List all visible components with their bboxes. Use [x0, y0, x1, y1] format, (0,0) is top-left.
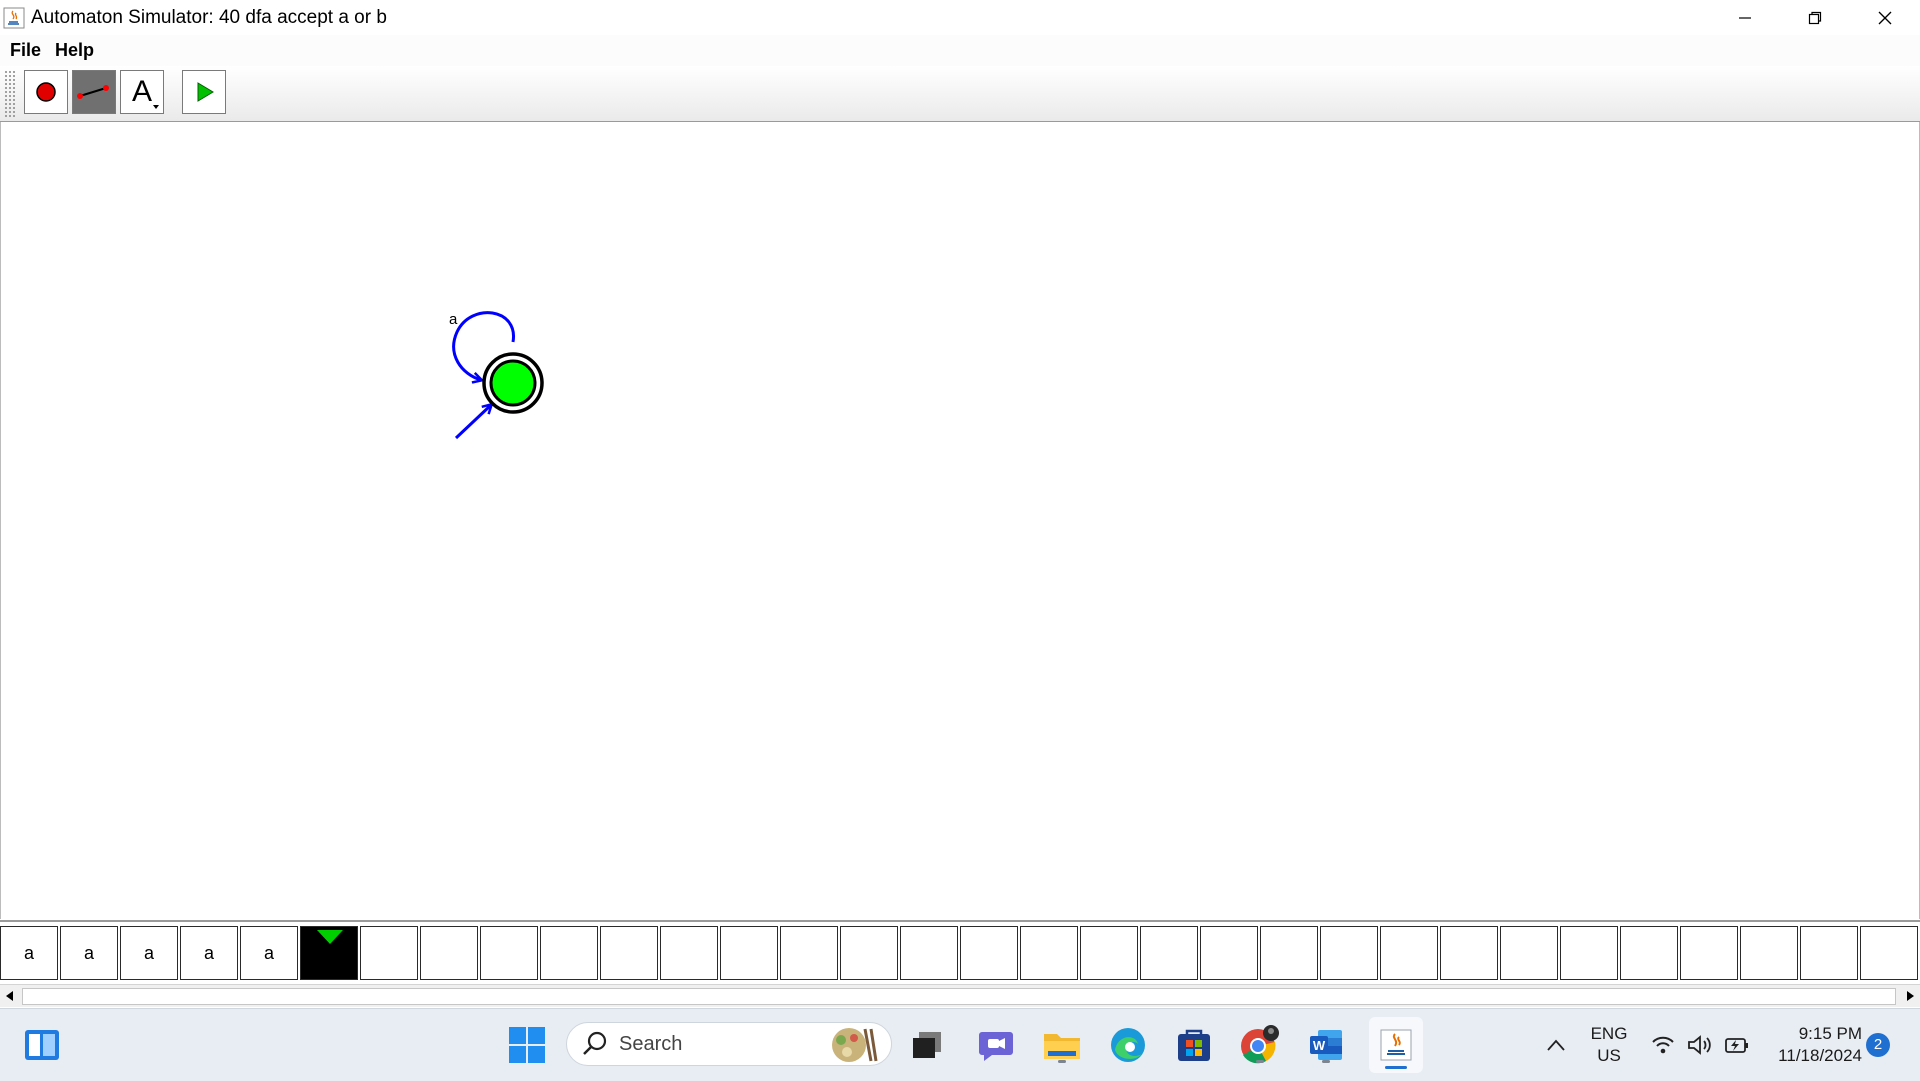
- title-bar: Automaton Simulator: 40 dfa accept a or …: [0, 0, 1920, 35]
- label-tool-button[interactable]: A: [120, 70, 164, 114]
- state-q0[interactable]: [482, 352, 544, 414]
- widgets-icon[interactable]: [20, 1023, 64, 1067]
- running-indicator: [1256, 1060, 1264, 1063]
- scroll-right-icon[interactable]: [1900, 985, 1920, 1007]
- folder-icon[interactable]: [1040, 1023, 1084, 1067]
- tape-cell[interactable]: [1500, 926, 1558, 980]
- tape-cell[interactable]: [360, 926, 418, 980]
- scrollbar-thumb[interactable]: [22, 988, 1896, 1005]
- tape-cell[interactable]: a: [120, 926, 178, 980]
- tape-cell[interactable]: [600, 926, 658, 980]
- region-code: US: [1597, 1046, 1621, 1065]
- tape-cell[interactable]: [540, 926, 598, 980]
- restore-icon[interactable]: [1780, 0, 1850, 35]
- java-app-icon: [3, 7, 25, 28]
- taskbar-search-box[interactable]: Search: [566, 1022, 892, 1066]
- tape-cell[interactable]: a: [180, 926, 238, 980]
- language-code: ENG: [1590, 1024, 1628, 1043]
- running-indicator: [1058, 1060, 1066, 1063]
- menu-bar: File Help: [0, 35, 1920, 66]
- automaton-diagram: a: [449, 311, 544, 440]
- task-view-icon[interactable]: [905, 1023, 949, 1067]
- tape-cell[interactable]: [1260, 926, 1318, 980]
- menu-help[interactable]: Help: [55, 40, 94, 61]
- dropdown-small-icon: [153, 105, 159, 109]
- play-icon: [197, 82, 214, 102]
- automaton-canvas[interactable]: a: [0, 122, 1920, 919]
- chevron-up-icon[interactable]: [1534, 1023, 1578, 1067]
- java-icon[interactable]: [1369, 1017, 1423, 1073]
- tape-cell[interactable]: [1380, 926, 1438, 980]
- menu-file[interactable]: File: [10, 40, 41, 61]
- windows-start-icon[interactable]: [505, 1023, 549, 1067]
- chrome-icon[interactable]: [1238, 1023, 1282, 1067]
- store-icon[interactable]: [1172, 1023, 1216, 1067]
- window-controls: [1710, 0, 1920, 35]
- svg-text:W: W: [1313, 1038, 1326, 1053]
- tape-cell[interactable]: [720, 926, 778, 980]
- tape-cell[interactable]: [1320, 926, 1378, 980]
- tape-cell[interactable]: [1200, 926, 1258, 980]
- tape-cell[interactable]: [1560, 926, 1618, 980]
- window-title: Automaton Simulator: 40 dfa accept a or …: [31, 6, 387, 28]
- tape-cell[interactable]: a: [0, 926, 58, 980]
- text-a-icon: A: [131, 75, 152, 108]
- horizontal-scrollbar[interactable]: [0, 984, 1920, 1007]
- battery-charging-icon[interactable]: [1717, 1023, 1757, 1067]
- minimize-icon[interactable]: [1710, 0, 1780, 35]
- running-indicator: [1322, 1060, 1330, 1063]
- tape-cell[interactable]: [960, 926, 1018, 980]
- transition-tool-button[interactable]: [72, 70, 116, 114]
- initial-state-arrow: [454, 405, 491, 440]
- tape-cell[interactable]: [1440, 926, 1498, 980]
- word-icon[interactable]: W: [1304, 1023, 1348, 1067]
- input-tape: aaaaa: [0, 920, 1920, 984]
- tape-cell[interactable]: [420, 926, 478, 980]
- arrow-line-icon: [77, 85, 109, 99]
- tape-cell[interactable]: [1800, 926, 1858, 980]
- clock-date: 11/18/2024: [1778, 1046, 1862, 1065]
- wifi-icon[interactable]: [1643, 1023, 1683, 1067]
- volume-icon[interactable]: [1680, 1023, 1720, 1067]
- teams-chat-icon[interactable]: [974, 1023, 1018, 1067]
- scroll-left-icon[interactable]: [0, 985, 20, 1007]
- edge-icon[interactable]: [1106, 1023, 1150, 1067]
- tape-cell[interactable]: [1860, 926, 1918, 980]
- tape-cell[interactable]: [1680, 926, 1738, 980]
- clock-time: 9:15 PM: [1798, 1024, 1862, 1043]
- run-tool-button[interactable]: [182, 70, 226, 114]
- language-indicator[interactable]: ENG US: [1576, 1023, 1642, 1067]
- tape-cell[interactable]: [1740, 926, 1798, 980]
- toolbar: A: [0, 66, 1920, 122]
- tape-cell[interactable]: [1620, 926, 1678, 980]
- clock[interactable]: 9:15 PM 11/18/2024: [1762, 1023, 1862, 1067]
- tape-cell[interactable]: [1140, 926, 1198, 980]
- tape-cell[interactable]: a: [60, 926, 118, 980]
- active-indicator: [1385, 1066, 1407, 1069]
- tape-head-marker: [317, 930, 343, 944]
- close-icon[interactable]: [1850, 0, 1920, 35]
- transition-label[interactable]: a: [449, 311, 458, 328]
- tape-cells: aaaaa: [0, 926, 1920, 980]
- tape-cell[interactable]: [300, 926, 358, 980]
- search-placeholder: Search: [619, 1032, 683, 1055]
- tape-cell[interactable]: [900, 926, 958, 980]
- tape-cell[interactable]: [1080, 926, 1138, 980]
- notification-badge[interactable]: 2: [1866, 1033, 1890, 1057]
- tape-cell[interactable]: a: [240, 926, 298, 980]
- tape-cell[interactable]: [780, 926, 838, 980]
- tape-cell[interactable]: [480, 926, 538, 980]
- tape-cell[interactable]: [1020, 926, 1078, 980]
- tape-cell[interactable]: [660, 926, 718, 980]
- search-highlight-image-icon: [832, 1028, 878, 1062]
- taskbar: Search W ENG US 9:15 PM 11/18/2024 2: [0, 1008, 1920, 1081]
- toolbar-grip[interactable]: [4, 70, 16, 117]
- tape-cell[interactable]: [840, 926, 898, 980]
- search-icon: [583, 1031, 607, 1055]
- state-tool-button[interactable]: [24, 70, 68, 114]
- red-circle-icon: [36, 82, 56, 102]
